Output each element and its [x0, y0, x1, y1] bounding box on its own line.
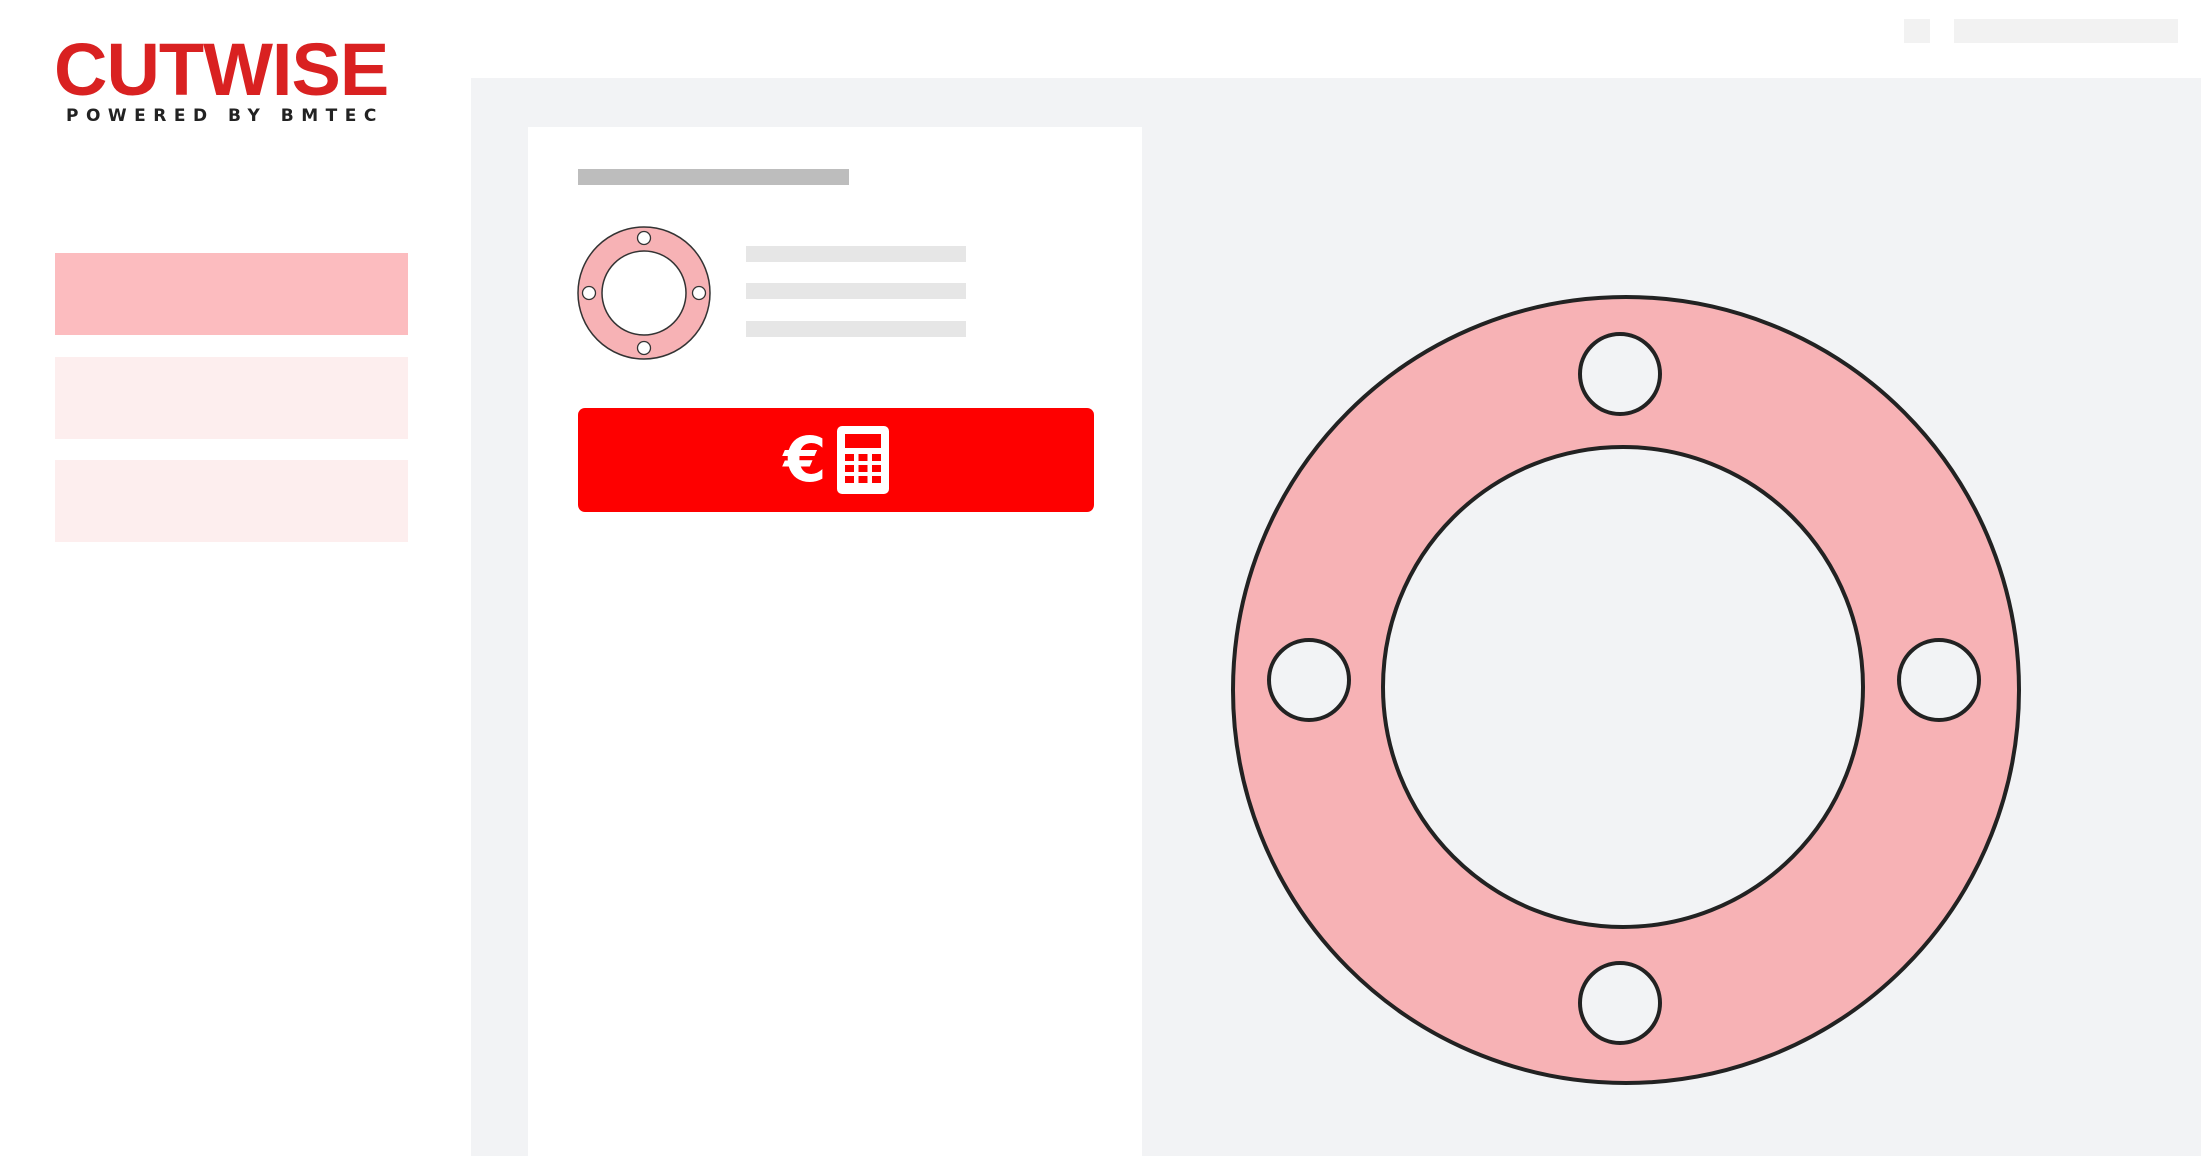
bolt-hole-bottom	[1578, 961, 1662, 1045]
sidebar-item-3[interactable]	[55, 460, 408, 542]
panel-title-placeholder	[578, 169, 849, 185]
bolt-hole-left	[1267, 638, 1351, 722]
price-calculator-button[interactable]: €	[578, 408, 1094, 512]
header-placeholder-icon	[1904, 19, 1930, 43]
calculator-icon	[836, 426, 889, 494]
header-placeholder-bar	[1954, 19, 2178, 43]
bolt-hole-right	[1897, 638, 1981, 722]
bolt-hole-top	[1578, 332, 1662, 416]
detail-line-placeholder	[746, 321, 966, 337]
detail-line-placeholder	[746, 246, 966, 262]
sidebar-item-2[interactable]	[55, 357, 408, 439]
logo-title: CUTWISE	[54, 28, 389, 111]
detail-line-placeholder	[746, 283, 966, 299]
sidebar-item-active[interactable]	[55, 253, 408, 335]
logo: CUTWISE POWERED BY BMTEC	[54, 28, 410, 127]
gasket-preview	[1231, 295, 2021, 1085]
euro-icon: €	[783, 423, 827, 496]
logo-subtitle: POWERED BY BMTEC	[66, 106, 384, 126]
gasket-thumbnail-icon[interactable]	[575, 224, 713, 362]
product-panel: €	[528, 127, 1142, 1156]
